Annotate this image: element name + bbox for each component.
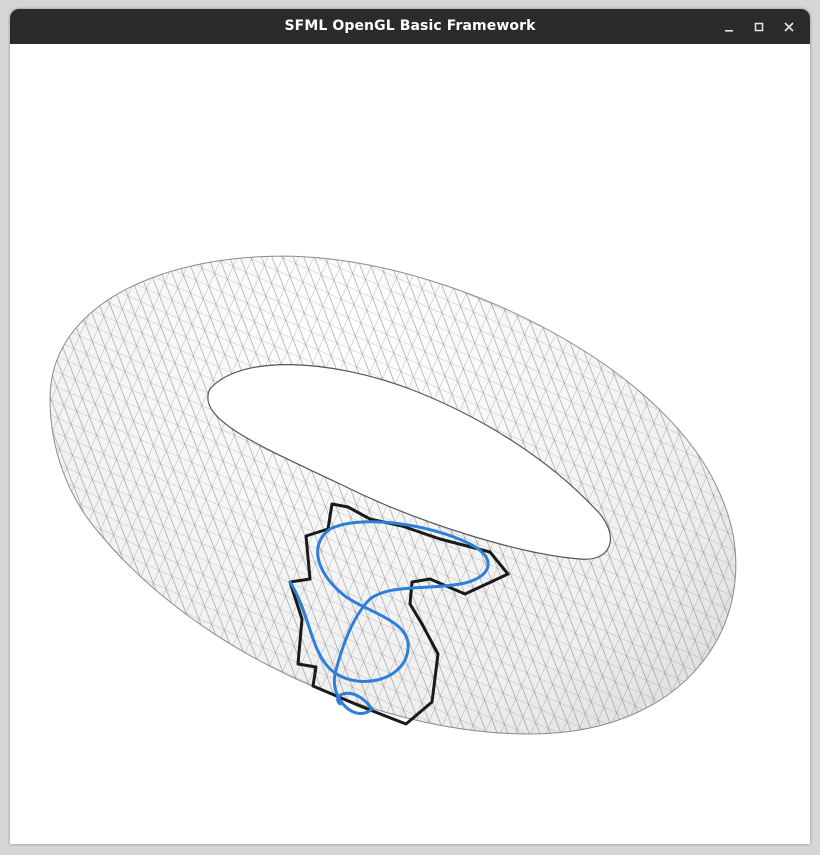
scene-canvas [10,44,810,844]
maximize-icon [754,22,764,31]
window-controls [714,9,804,44]
minimize-icon [725,29,733,32]
opengl-viewport[interactable] [10,44,810,844]
window-title: SFML OpenGL Basic Framework [284,18,536,34]
close-button[interactable] [774,12,804,42]
maximize-button[interactable] [744,12,774,42]
app-window: SFML OpenGL Basic Framework [10,9,810,844]
title-bar[interactable]: SFML OpenGL Basic Framework [10,9,810,44]
close-icon [784,21,794,32]
minimize-button[interactable] [714,12,744,42]
